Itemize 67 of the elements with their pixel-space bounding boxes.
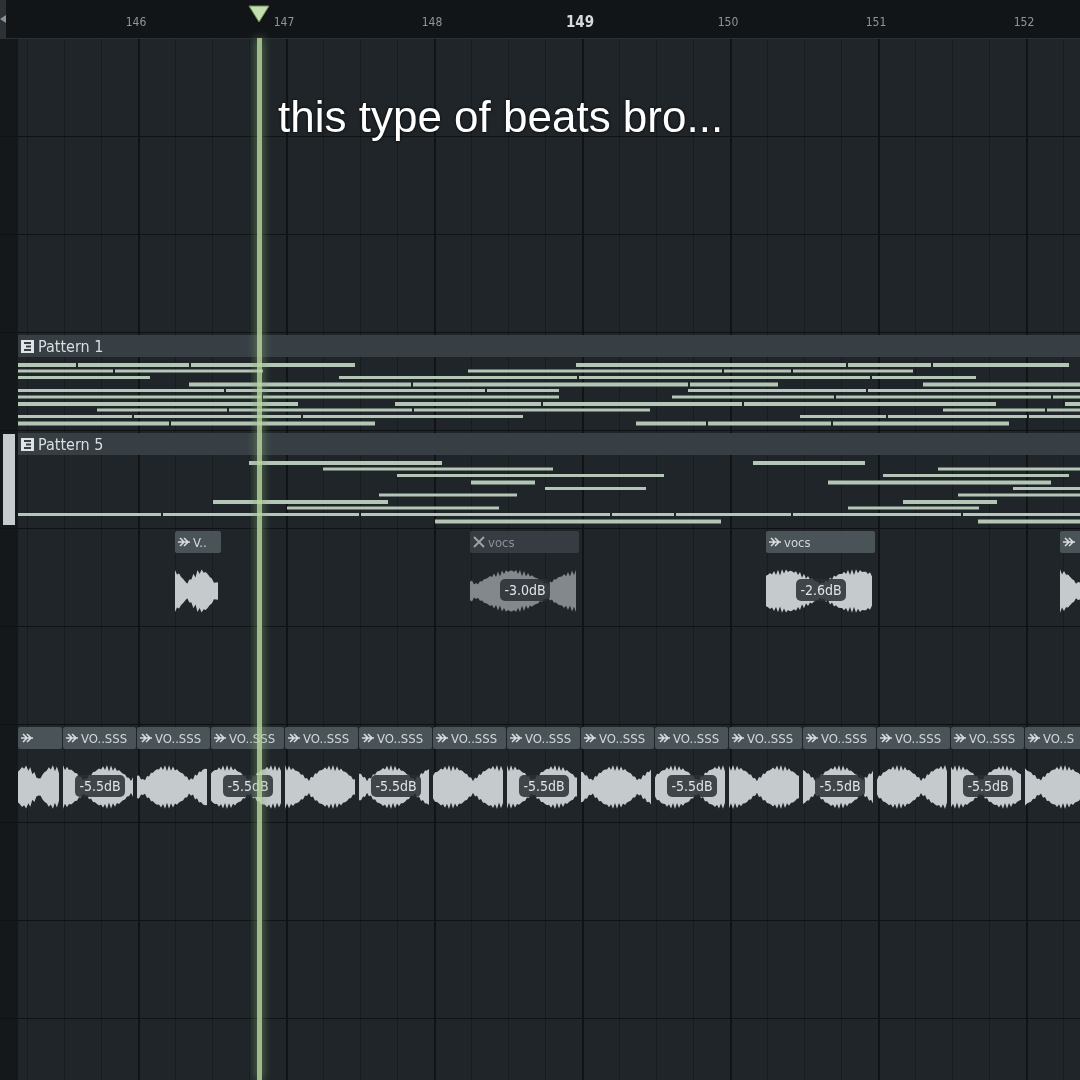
clip-header[interactable]: V.. (175, 531, 221, 553)
clip-header[interactable]: VO..SSS (285, 727, 358, 749)
volume-label: -5.5dB (519, 774, 569, 797)
clip-header[interactable]: VO..SSS (433, 727, 506, 749)
pattern-clip-header[interactable]: Pattern 5 (18, 433, 1080, 455)
volume-label: -5.5dB (815, 774, 865, 797)
clip-name: VO..SSS (673, 730, 720, 746)
bar-number: 147 (273, 14, 295, 31)
clip-name: VO..SSS (747, 730, 794, 746)
pattern-icon (21, 437, 34, 451)
clip-name: VO..SSS (155, 730, 202, 746)
waveform-drawing (137, 765, 207, 809)
clip-header[interactable]: VO..SSS (655, 727, 728, 749)
clip-name: VO..SSS (599, 730, 646, 746)
clip-name: VO..SSS (303, 730, 350, 746)
clip-header[interactable]: VO..SSS (729, 727, 802, 749)
pattern-clip-header[interactable]: Pattern 1 (18, 335, 1080, 357)
bar-number: 150 (717, 14, 739, 31)
arrow-left-icon (0, 15, 6, 23)
clip-header[interactable]: vocs (766, 531, 875, 553)
clip-header[interactable]: vocs (470, 531, 579, 553)
scroll-left-button[interactable] (0, 0, 6, 38)
waveform-drawing (877, 765, 947, 809)
bar-number: 152 (1013, 14, 1035, 31)
clip-header[interactable]: VO..SSS (137, 727, 210, 749)
playhead-marker-icon[interactable] (248, 5, 270, 23)
waveform-drawing (18, 765, 59, 809)
video-caption: this type of beats bro... (278, 92, 724, 142)
volume-label: -5.5dB (667, 774, 717, 797)
bar-number: 149 (565, 12, 595, 33)
volume-label: -3.0dB (500, 578, 550, 601)
waveform-drawing (433, 765, 503, 809)
clip-name: vocs (784, 534, 811, 550)
bar-number: 148 (421, 14, 443, 31)
volume-label: -5.5dB (75, 774, 125, 797)
clip-name: VO..S (1043, 730, 1075, 746)
clip-header[interactable]: VO..SSS (803, 727, 876, 749)
clip-header[interactable]: VO..SSS (951, 727, 1024, 749)
clip-header[interactable]: VO..SSS (507, 727, 580, 749)
volume-label: -2.6dB (796, 578, 846, 601)
clip-header[interactable]: VO..SSS (63, 727, 136, 749)
clip-name: VO..SSS (81, 730, 128, 746)
clip-name: VO..SSS (377, 730, 424, 746)
clip-name: VO..SSS (895, 730, 942, 746)
clip-name: VO..SSS (451, 730, 498, 746)
clip-header[interactable]: VO..SSS (581, 727, 654, 749)
clip-name: VO..SSS (525, 730, 572, 746)
bar-number: 146 (125, 14, 147, 31)
clip-header[interactable] (18, 727, 62, 749)
clip-header[interactable]: VO..SSS (359, 727, 432, 749)
waveform-drawing (175, 569, 218, 613)
volume-label: -5.5dB (371, 774, 421, 797)
waveform-drawing (1025, 765, 1080, 809)
pattern-icon (21, 339, 34, 353)
clip-name: VO..SSS (969, 730, 1016, 746)
clip-name: vocs (488, 534, 515, 550)
clip-header[interactable]: VO..S (1025, 727, 1080, 749)
bar-number: 151 (865, 14, 887, 31)
volume-label: -5.5dB (963, 774, 1013, 797)
waveform-drawing (285, 765, 355, 809)
clip-name: V.. (193, 534, 207, 550)
clip-header[interactable]: VO..SSS (877, 727, 950, 749)
waveform-drawing (729, 765, 799, 809)
pattern-name: Pattern 5 (38, 434, 104, 454)
waveform-drawing (581, 765, 651, 809)
clip-name: VO..SSS (821, 730, 868, 746)
pattern-name: Pattern 1 (38, 336, 104, 356)
